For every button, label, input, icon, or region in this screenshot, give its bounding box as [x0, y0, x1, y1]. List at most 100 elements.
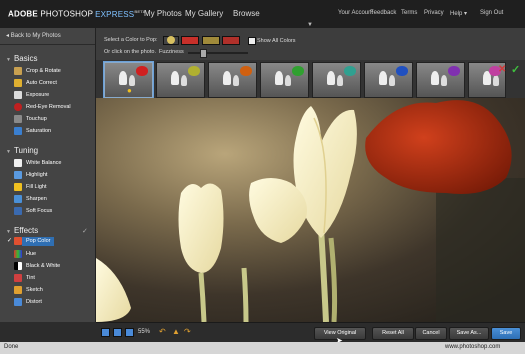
tool-sketch[interactable]: Sketch [14, 286, 43, 295]
app-logo[interactable]: ADOBE PHOTOSHOP EXPRESSBETA [8, 9, 146, 19]
color-swatch-darkred[interactable] [222, 36, 240, 45]
tool-label: Sketch [26, 287, 43, 293]
section-title: Basics [13, 54, 38, 63]
tool-sharpen[interactable]: Sharpen [14, 195, 47, 204]
nav-browse[interactable]: Browse [233, 9, 260, 18]
nav-my-photos[interactable]: My Photos [144, 9, 182, 18]
preset-thumbnail[interactable] [416, 62, 465, 98]
tulip-photo [96, 98, 525, 322]
redo-icon[interactable]: ↷ [184, 327, 191, 336]
preset-thumbnail[interactable] [364, 62, 413, 98]
product-name: PHOTOSHOP [40, 9, 94, 19]
status-url: www.photoshop.com [445, 344, 501, 350]
soft-focus-icon [14, 207, 22, 215]
applied-check-icon: ✓ [7, 238, 13, 244]
tool-label: Soft Focus [26, 208, 53, 214]
fuzziness-label: Fuzziness [159, 49, 184, 55]
tool-touchup[interactable]: Touchup [14, 115, 47, 124]
fuzziness-slider-track[interactable] [188, 52, 248, 54]
tool-saturation[interactable]: Saturation [14, 127, 52, 136]
crop-icon [14, 67, 22, 75]
color-swatch-olive[interactable] [202, 36, 220, 45]
black-white-icon [14, 262, 22, 270]
tool-label: Saturation [26, 128, 52, 134]
checkmark-icon: ✓ [82, 228, 88, 235]
tool-label: Hue [26, 251, 37, 257]
link-your-account[interactable]: Your Account [338, 10, 373, 16]
tool-label: Crop & Rotate [26, 68, 61, 74]
tool-hue[interactable]: Hue [14, 250, 37, 259]
preset-thumbnail[interactable] [156, 62, 205, 98]
hue-icon [14, 250, 22, 258]
link-sign-out[interactable]: Sign Out [480, 10, 503, 16]
tool-label: Fill Light [26, 184, 47, 190]
tool-auto-correct[interactable]: Auto Correct [14, 79, 57, 88]
tool-label: Black & White [26, 263, 61, 269]
tool-soft-focus[interactable]: Soft Focus [14, 207, 53, 216]
distort-icon [14, 298, 22, 306]
exposure-icon [14, 91, 22, 99]
tool-crop-rotate[interactable]: Crop & Rotate [14, 67, 61, 76]
tool-highlight[interactable]: Highlight [14, 171, 48, 180]
tool-pop-color[interactable]: Pop Color [14, 237, 55, 246]
tint-icon [14, 274, 22, 282]
save-as-button[interactable]: Save As... [449, 327, 489, 340]
pencil-icon [14, 286, 22, 294]
select-color-label: Select a Color to Pop: [104, 37, 158, 43]
tools-sidebar: ◂ Back to My Photos ▼ Basics Crop & Rotat… [0, 28, 96, 342]
tool-exposure[interactable]: Exposure [14, 91, 50, 100]
tool-label: Distort [26, 299, 42, 305]
link-help[interactable]: Help ▾ [450, 10, 467, 17]
section-basics[interactable]: ▼ Basics [6, 54, 38, 63]
cancel-x-icon[interactable]: ✕ [498, 64, 506, 75]
link-terms[interactable]: Terms [401, 10, 417, 16]
preset-thumbnail[interactable]: ● [104, 62, 153, 98]
tool-black-white[interactable]: Black & White [14, 262, 61, 271]
browser-status-bar: Done www.photoshop.com [0, 342, 525, 354]
tool-red-eye-removal[interactable]: Red-Eye Removal [14, 103, 71, 112]
wand-icon [14, 79, 22, 87]
tool-white-balance[interactable]: White Balance [14, 159, 62, 168]
section-title: Tuning [13, 146, 39, 155]
zoom-fit-icon[interactable] [113, 328, 122, 337]
tool-label: Tint [26, 275, 35, 281]
section-tuning[interactable]: ▼ Tuning [6, 146, 38, 155]
collapse-triangle-icon: ▼ [6, 149, 11, 155]
preset-thumbnail[interactable] [312, 62, 361, 98]
back-to-my-photos-link[interactable]: ◂ Back to My Photos [6, 32, 61, 39]
cancel-button[interactable]: Cancel [415, 327, 447, 340]
tool-label: Highlight [26, 172, 48, 178]
preset-thumbnail[interactable] [260, 62, 309, 98]
fuzziness-slider-handle[interactable] [200, 49, 207, 58]
tool-tint[interactable]: Tint [14, 274, 35, 283]
brand-name: ADOBE [8, 9, 38, 19]
tool-label: Sharpen [26, 196, 47, 202]
photo-canvas[interactable] [96, 98, 525, 322]
tool-label: Exposure [26, 92, 50, 98]
tool-label: White Balance [26, 160, 62, 166]
nav-my-gallery[interactable]: My Gallery [185, 9, 223, 18]
zoom-in-icon[interactable] [125, 328, 134, 337]
tool-distort[interactable]: Distort [14, 298, 42, 307]
save-button[interactable]: Save [491, 327, 521, 340]
brush-icon [14, 115, 22, 123]
pop-color-options: Select a Color to Pop: Or click on the p… [96, 28, 525, 60]
reset-all-button[interactable]: Reset All [372, 327, 414, 340]
saturation-icon [14, 127, 22, 135]
tool-fill-light[interactable]: Fill Light [14, 183, 47, 192]
color-swatch-red[interactable] [181, 36, 199, 45]
show-all-colors-checkbox[interactable] [248, 37, 256, 45]
eyedropper-swatch[interactable] [163, 36, 179, 45]
preset-thumbnail[interactable] [208, 62, 257, 98]
highlight-icon [14, 171, 22, 179]
link-privacy[interactable]: Privacy [424, 10, 444, 16]
up-arrow-icon[interactable]: ▲ [172, 327, 180, 336]
tool-label: Pop Color [26, 238, 51, 244]
undo-icon[interactable]: ↶ [159, 327, 166, 336]
section-effects[interactable]: ▼ Effects [6, 226, 38, 235]
zoom-out-icon[interactable] [101, 328, 110, 337]
section-title: Effects [13, 226, 39, 235]
eyedropper-icon: ● [127, 86, 132, 95]
link-feedback[interactable]: Feedback [370, 10, 396, 16]
apply-check-icon[interactable]: ✓ [511, 63, 520, 76]
